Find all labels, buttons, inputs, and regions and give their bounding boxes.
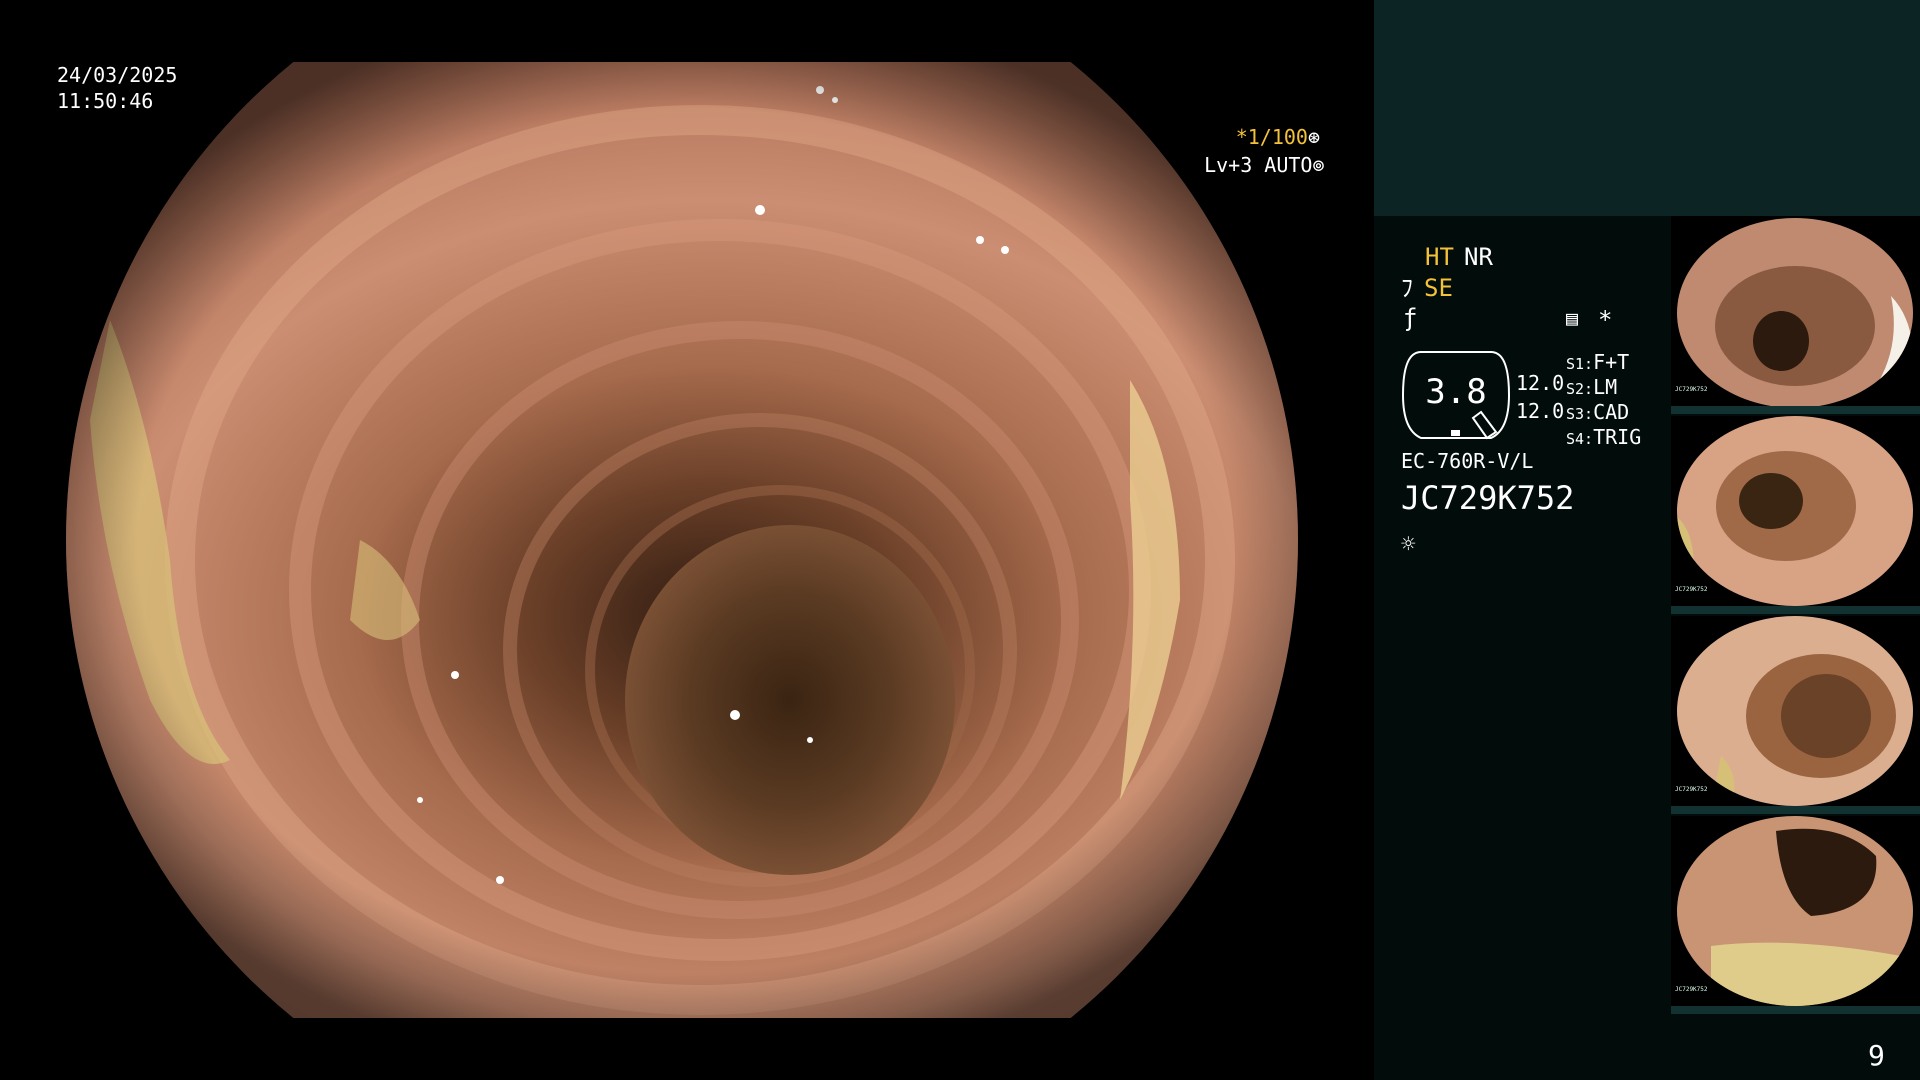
thumbnail-1[interactable]: JC729K752: [1671, 216, 1920, 406]
thumbnail-image: [1677, 218, 1913, 406]
s2-value: LM: [1593, 375, 1618, 399]
scope-model: EC-760R-V/L: [1401, 449, 1534, 473]
menu-icon: ▤: [1566, 306, 1579, 330]
s3-key: S3:: [1566, 405, 1594, 423]
s2-row: S2:LM: [1566, 375, 1617, 401]
thumbnail-divider: [1671, 1006, 1920, 1014]
light-icon: ☼: [1401, 530, 1416, 558]
scope-diameter-value: 3.8: [1425, 372, 1487, 412]
enhance-icon: ﾌ: [1401, 274, 1413, 302]
thumbnail-label: JC729K752: [1675, 586, 1708, 593]
thumbnail-divider: [1671, 606, 1920, 614]
endoscope-main-view: 24/03/2025 11:50:46: [0, 0, 1373, 1080]
thumbnail-image: [1677, 416, 1913, 606]
s2-key: S2:: [1566, 380, 1594, 398]
thumbnail-divider: [1671, 406, 1920, 414]
value-a: 12.0: [1516, 371, 1565, 395]
thumbnail-divider: [1671, 806, 1920, 814]
se-label: SE: [1424, 274, 1453, 302]
thumbnail-image: [1677, 616, 1913, 806]
level-readout: Lv+3 AUTO⊚: [1180, 126, 1324, 178]
s3-value: CAD: [1593, 400, 1630, 424]
s4-key: S4:: [1566, 430, 1594, 448]
colon-lumen-image: [0, 0, 1373, 1080]
thumbnail-image: [1677, 816, 1913, 1006]
thumbnail-label: JC729K752: [1675, 786, 1708, 793]
ht-label: HT: [1425, 243, 1454, 271]
auto-iris-icon: ⊚: [1312, 153, 1325, 177]
s4-value: TRIG: [1593, 425, 1642, 449]
level-text: Lv+3 AUTO: [1204, 153, 1313, 177]
value-b: 12.0: [1516, 399, 1565, 423]
thumbnail-4[interactable]: JC729K752: [1671, 816, 1920, 1006]
s1-key: S1:: [1566, 355, 1594, 373]
thumbnail-label: JC729K752: [1675, 386, 1708, 393]
star-icon: *: [1598, 306, 1613, 334]
date-text: 24/03/2025: [57, 63, 178, 87]
nr-label: NR: [1464, 243, 1493, 271]
s4-row: S4:TRIG: [1566, 425, 1641, 451]
thumbnail-2[interactable]: JC729K752: [1671, 416, 1920, 606]
s1-value: F+T: [1593, 350, 1630, 374]
date-time-readout: 24/03/2025 11:50:46: [57, 62, 177, 114]
s1-row: S1:F+T: [1566, 350, 1629, 376]
time-text: 11:50:46: [57, 89, 154, 113]
thumbnail-3[interactable]: JC729K752: [1671, 616, 1920, 806]
freeze-icon: ƒ: [1403, 304, 1418, 332]
panel-header-area: [1374, 0, 1920, 216]
thumbnail-label: JC729K752: [1675, 986, 1708, 993]
s3-row: S3:CAD: [1566, 400, 1629, 426]
scope-serial: JC729K752: [1401, 479, 1575, 517]
page-number: 9: [1868, 1039, 1885, 1072]
